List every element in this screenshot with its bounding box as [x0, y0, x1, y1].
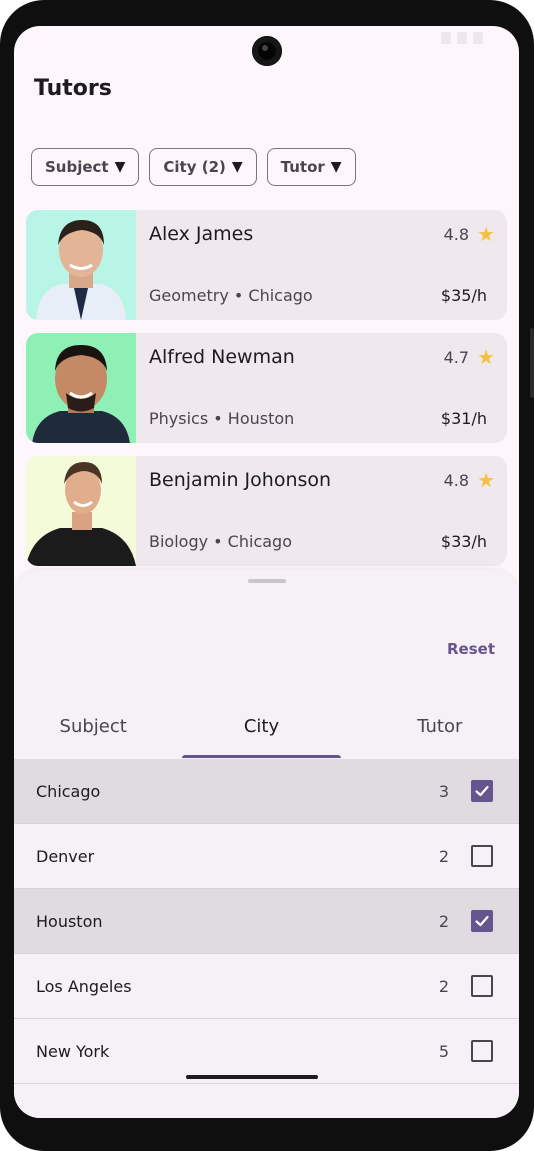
city-filter-chip[interactable]: City (2) ▼ — [149, 148, 257, 186]
city-name: New York — [36, 1041, 110, 1061]
tab-tutor[interactable]: Tutor — [341, 694, 519, 758]
front-camera — [252, 36, 282, 66]
tab-label: City — [243, 715, 280, 737]
rating-value: 4.7 — [443, 347, 470, 367]
city-checkbox[interactable] — [471, 910, 493, 932]
tutor-avatar — [26, 456, 136, 566]
tab-city[interactable]: City — [182, 694, 341, 758]
city-checkbox[interactable] — [471, 1040, 493, 1062]
star-icon: ★ — [477, 345, 495, 369]
tutor-subject-city: Physics • Houston — [149, 409, 295, 428]
city-checkbox[interactable] — [471, 975, 493, 997]
filter-chip-row: Subject ▼ City (2) ▼ Tutor ▼ — [31, 148, 356, 186]
dropdown-caret-icon: ▼ — [114, 159, 126, 175]
city-option-row[interactable]: Los Angeles 2 — [14, 954, 519, 1019]
side-button — [530, 328, 534, 398]
city-count: 2 — [438, 976, 449, 996]
city-option-row[interactable]: Denver 2 — [14, 824, 519, 889]
city-option-row[interactable]: Houston 2 — [14, 889, 519, 954]
city-option-list: Chicago 3 Denver 2 Houston 2 Los Angeles… — [14, 759, 519, 1084]
check-icon — [475, 785, 489, 797]
avatar-image — [26, 210, 136, 320]
chip-label: City (2) — [163, 158, 226, 176]
city-count: 2 — [438, 846, 449, 866]
star-icon: ★ — [477, 468, 495, 492]
city-name: Denver — [36, 846, 95, 866]
tutor-name: Alex James — [149, 223, 254, 245]
tutor-avatar — [26, 333, 136, 443]
dropdown-caret-icon: ▼ — [330, 159, 342, 175]
chip-label: Subject — [45, 158, 109, 176]
tutor-name: Alfred Newman — [149, 346, 295, 368]
subject-filter-chip[interactable]: Subject ▼ — [31, 148, 140, 186]
city-checkbox[interactable] — [471, 845, 493, 867]
tutor-price: $35/h — [440, 286, 487, 305]
city-checkbox[interactable] — [471, 780, 493, 802]
avatar-image — [26, 456, 136, 566]
city-count: 5 — [438, 1041, 449, 1061]
city-option-row[interactable]: Chicago 3 — [14, 759, 519, 824]
tutor-rating: 4.7 ★ — [444, 347, 495, 367]
page-title: Tutors — [34, 76, 112, 101]
tutor-card[interactable]: Benjamin Johonson 4.8 ★ Biology • Chicag… — [26, 456, 507, 566]
filter-tabs: Subject City Tutor — [14, 694, 519, 758]
tutor-list: Alex James 4.8 ★ Geometry • Chicago $35/… — [26, 210, 507, 579]
city-count: 3 — [438, 781, 449, 801]
tab-subject[interactable]: Subject — [14, 694, 182, 758]
rating-value: 4.8 — [443, 224, 470, 244]
city-name: Los Angeles — [36, 976, 132, 996]
rating-value: 4.8 — [443, 470, 470, 490]
filter-bottom-sheet: Reset Subject City Tutor Chicago 3 Denve… — [14, 570, 519, 1118]
status-icons — [441, 32, 483, 44]
tutor-rating: 4.8 ★ — [444, 470, 495, 490]
city-name: Houston — [36, 911, 103, 931]
tutor-name: Benjamin Johonson — [149, 469, 332, 491]
check-icon — [475, 915, 489, 927]
city-count: 2 — [438, 911, 449, 931]
avatar-image — [26, 333, 136, 443]
tutor-avatar — [26, 210, 136, 320]
tab-label: Subject — [59, 715, 127, 737]
city-name: Chicago — [36, 781, 101, 801]
tutor-card[interactable]: Alex James 4.8 ★ Geometry • Chicago $35/… — [26, 210, 507, 320]
reset-button[interactable]: Reset — [447, 640, 495, 658]
sheet-drag-handle[interactable] — [248, 579, 286, 583]
chip-label: Tutor — [280, 158, 325, 176]
tutor-subject-city: Biology • Chicago — [149, 532, 292, 551]
tutor-subject-city: Geometry • Chicago — [149, 286, 313, 305]
home-indicator[interactable] — [186, 1075, 318, 1079]
tutor-filter-chip[interactable]: Tutor ▼ — [266, 148, 356, 186]
app-screen: Tutors Subject ▼ City (2) ▼ Tutor ▼ Alex… — [14, 26, 519, 1118]
tutor-price: $31/h — [440, 409, 487, 428]
tutor-rating: 4.8 ★ — [444, 224, 495, 244]
active-tab-indicator — [182, 755, 341, 758]
dropdown-caret-icon: ▼ — [231, 159, 243, 175]
tutor-card[interactable]: Alfred Newman 4.7 ★ Physics • Houston $3… — [26, 333, 507, 443]
tab-label: Tutor — [417, 715, 463, 737]
star-icon: ★ — [477, 222, 495, 246]
tutor-price: $33/h — [440, 532, 487, 551]
